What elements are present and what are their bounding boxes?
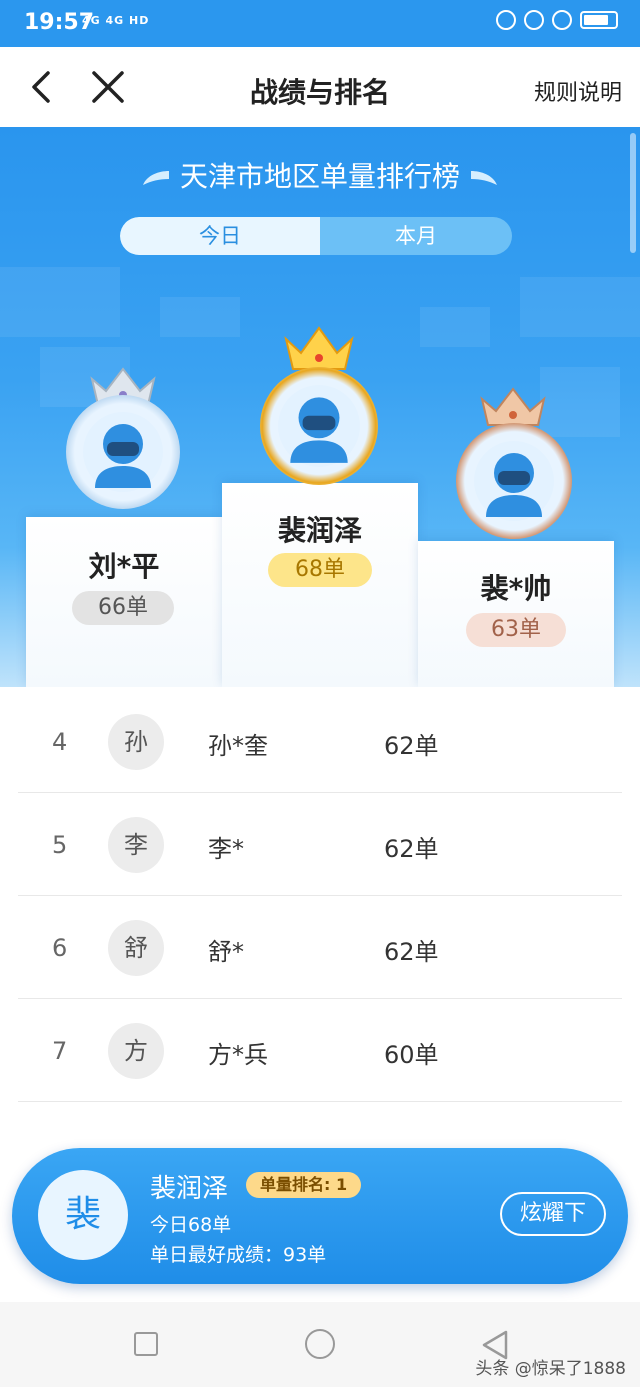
rider-name: 孙*奎	[208, 732, 268, 760]
rank-number: 4	[52, 728, 68, 756]
ranking-list: 4 孙 孙*奎 62单 5 李 李* 62单 6 舒 舒* 62单 7 方 方*…	[18, 690, 622, 1102]
rules-link[interactable]: 规则说明	[534, 75, 622, 107]
avatar-third[interactable]	[456, 423, 572, 539]
my-best-record: 单日最好成绩：93单	[150, 1244, 327, 1266]
rider-avatar-icon	[474, 441, 554, 521]
podium-first-count: 68单	[268, 553, 372, 587]
podium-second-name: 刘*平	[88, 550, 160, 583]
network-indicator: 4G 4G HD	[82, 14, 150, 27]
rank-number: 6	[52, 934, 68, 962]
alarm-icon	[552, 10, 572, 30]
bronze-crown-icon	[480, 387, 546, 426]
my-avatar: 裴	[38, 1170, 128, 1260]
my-name: 裴润泽	[150, 1174, 229, 1204]
rank-number: 7	[52, 1037, 68, 1065]
list-item[interactable]: 5 李 李* 62单	[18, 793, 622, 896]
list-item[interactable]: 4 孙 孙*奎 62单	[18, 690, 622, 793]
avatar: 孙	[108, 714, 164, 770]
rank-number: 5	[52, 831, 68, 859]
rider-avatar-icon	[278, 385, 360, 467]
order-count: 60单	[384, 1041, 439, 1069]
location-icon	[524, 10, 544, 30]
status-icons	[496, 10, 618, 30]
rider-avatar-icon	[83, 412, 163, 492]
wing-left-icon	[143, 171, 170, 185]
podium-second-count: 66单	[72, 591, 174, 625]
status-bar: 19:57 4G 4G HD	[0, 0, 640, 47]
rider-name: 舒*	[208, 938, 244, 966]
battery-icon	[580, 11, 618, 29]
gold-crown-icon	[284, 326, 354, 370]
my-rank-card: 裴 裴润泽 单量排名: 1 今日68单 单日最好成绩：93单 炫耀下	[12, 1148, 628, 1284]
podium-third-name: 裴*帅	[480, 572, 552, 605]
order-count: 62单	[384, 732, 439, 760]
watermark: 头条 @惊呆了1888	[475, 1359, 626, 1379]
avatar-first[interactable]	[260, 367, 378, 485]
period-tabs: 今日 本月	[120, 217, 512, 255]
ranking-banner: 天津市地区单量排行榜 今日 本月 刘*平 66单 裴润泽 68单 裴*帅 63单	[0, 127, 640, 687]
order-count: 62单	[384, 835, 439, 863]
recent-apps-icon[interactable]	[134, 1332, 158, 1356]
share-button[interactable]: 炫耀下	[500, 1192, 606, 1236]
rider-name: 李*	[208, 835, 244, 863]
my-rank-badge: 单量排名: 1	[246, 1172, 362, 1198]
my-today-count: 今日68单	[150, 1214, 232, 1236]
rider-name: 方*兵	[208, 1041, 268, 1069]
home-icon[interactable]	[305, 1329, 335, 1359]
avatar: 方	[108, 1023, 164, 1079]
app-header: 战绩与排名 规则说明	[0, 47, 640, 127]
avatar: 李	[108, 817, 164, 873]
list-item[interactable]: 6 舒 舒* 62单	[18, 896, 622, 999]
ranking-title: 天津市地区单量排行榜	[179, 160, 460, 193]
list-item[interactable]: 7 方 方*兵 60单	[18, 999, 622, 1102]
tab-month[interactable]: 本月	[320, 217, 512, 255]
ranking-heading: 天津市地区单量排行榜	[0, 155, 640, 195]
lock-icon	[496, 10, 516, 30]
podium-first-name: 裴润泽	[277, 514, 362, 547]
avatar: 舒	[108, 920, 164, 976]
tab-today[interactable]: 今日	[120, 217, 320, 255]
podium-third-count: 63单	[466, 613, 566, 647]
avatar-second[interactable]	[66, 395, 180, 509]
wing-right-icon	[470, 171, 497, 185]
system-nav-bar: 头条 @惊呆了1888	[0, 1302, 640, 1387]
order-count: 62单	[384, 938, 439, 966]
